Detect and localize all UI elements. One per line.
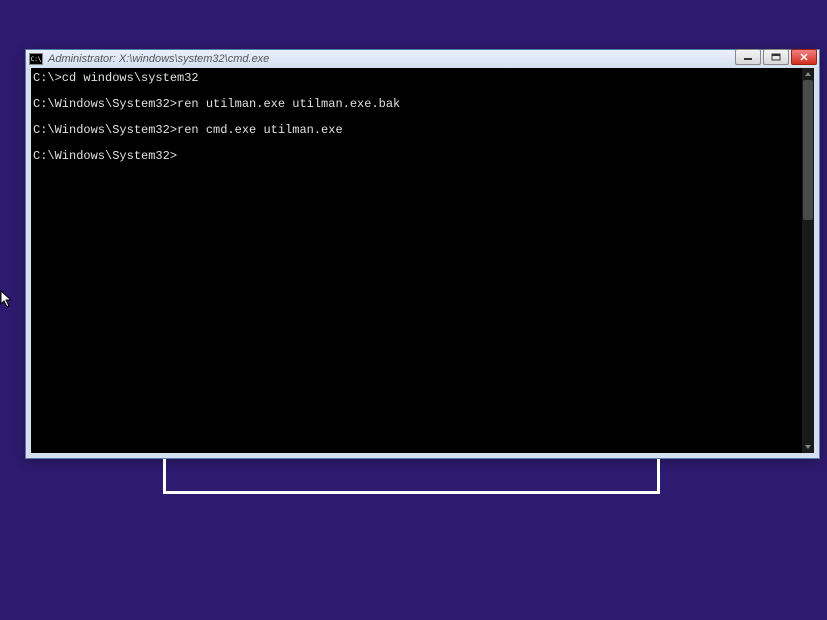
minimize-icon [743, 53, 753, 61]
cmd-window: C:\ Administrator: X:\windows\system32\c… [25, 49, 820, 459]
mouse-cursor [0, 290, 14, 315]
cmd-icon: C:\ [29, 53, 43, 65]
scrollbar[interactable] [802, 68, 814, 453]
terminal-area[interactable]: C:\>cd windows\system32 C:\Windows\System… [31, 68, 814, 453]
chevron-up-icon [804, 71, 812, 77]
close-button[interactable] [791, 49, 817, 65]
terminal-content: C:\>cd windows\system32 C:\Windows\System… [33, 72, 812, 163]
background-dialog-border [163, 459, 660, 494]
terminal-line: C:\>cd windows\system32 [33, 72, 812, 85]
terminal-line: C:\Windows\System32> [33, 150, 812, 163]
chevron-down-icon [804, 444, 812, 450]
maximize-button[interactable] [763, 49, 789, 65]
scroll-up-button[interactable] [802, 68, 814, 80]
window-controls [735, 49, 817, 65]
scroll-thumb[interactable] [803, 80, 813, 220]
maximize-icon [771, 53, 781, 61]
window-title: Administrator: X:\windows\system32\cmd.e… [48, 53, 816, 65]
close-icon [799, 53, 809, 61]
terminal-line: C:\Windows\System32>ren utilman.exe util… [33, 98, 812, 111]
titlebar[interactable]: C:\ Administrator: X:\windows\system32\c… [26, 50, 819, 68]
terminal-line: C:\Windows\System32>ren cmd.exe utilman.… [33, 124, 812, 137]
scroll-down-button[interactable] [802, 441, 814, 453]
minimize-button[interactable] [735, 49, 761, 65]
